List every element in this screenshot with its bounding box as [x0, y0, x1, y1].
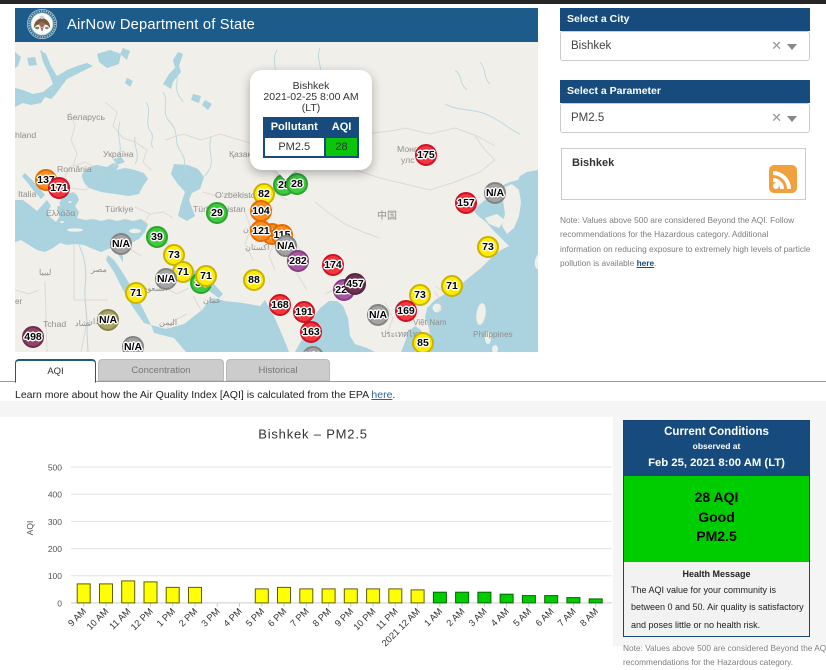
svg-text:اكستان: اكستان [245, 243, 269, 252]
svg-text:er: er [15, 297, 23, 306]
svg-text:11 AM: 11 AM [107, 606, 132, 631]
svg-text:Україна: Україна [103, 149, 134, 159]
svg-text:Bishkek – PM2.5: Bishkek – PM2.5 [258, 427, 368, 442]
svg-text:ليبيا: ليبيا [39, 268, 51, 277]
svg-text:200: 200 [48, 544, 62, 554]
svg-text:1 AM: 1 AM [422, 606, 444, 628]
svg-text:10 AM: 10 AM [85, 606, 111, 632]
svg-text:عمان: عمان [203, 296, 221, 305]
svg-text:5 AM: 5 AM [511, 606, 533, 628]
svg-text:Türkiye: Türkiye [105, 204, 134, 214]
svg-text:3 AM: 3 AM [467, 606, 489, 628]
svg-text:Việt Nam: Việt Nam [413, 318, 447, 327]
svg-text:4 AM: 4 AM [489, 606, 511, 628]
svg-text:اليمن: اليمن [159, 318, 177, 327]
svg-text:5 PM: 5 PM [244, 606, 266, 628]
svg-text:AQI: AQI [25, 521, 35, 536]
svg-text:12 PM: 12 PM [129, 606, 155, 632]
svg-text:400: 400 [48, 490, 62, 500]
svg-text:8 AM: 8 AM [578, 606, 600, 628]
svg-text:Tchad: Tchad [43, 319, 66, 329]
svg-text:2 PM: 2 PM [177, 606, 199, 628]
svg-text:улс: улс [401, 155, 415, 165]
svg-text:100: 100 [48, 571, 62, 581]
svg-text:300: 300 [48, 517, 62, 527]
svg-text:6 AM: 6 AM [534, 606, 556, 628]
svg-text:6 PM: 6 PM [266, 606, 288, 628]
svg-text:Philippines: Philippines [473, 330, 513, 339]
svg-text:4 PM: 4 PM [221, 606, 243, 628]
svg-text:Ελλάδα: Ελλάδα [46, 208, 75, 218]
svg-text:3 PM: 3 PM [199, 606, 221, 628]
svg-text:8 PM: 8 PM [311, 606, 333, 628]
svg-text:Беларусь: Беларусь [67, 112, 105, 122]
svg-text:10 PM: 10 PM [351, 606, 377, 632]
svg-text:Italia: Italia [18, 189, 37, 199]
svg-text:中国: 中国 [377, 209, 397, 222]
svg-text:7 AM: 7 AM [556, 606, 578, 628]
svg-text:مصر: مصر [90, 265, 107, 274]
svg-text:500: 500 [48, 463, 62, 473]
svg-text:1 PM: 1 PM [155, 606, 177, 628]
svg-text:0: 0 [57, 598, 62, 608]
svg-text:2 AM: 2 AM [444, 606, 466, 628]
svg-text:7 PM: 7 PM [288, 606, 310, 628]
svg-text:hland: hland [15, 130, 36, 140]
svg-text:România: România [57, 164, 92, 174]
